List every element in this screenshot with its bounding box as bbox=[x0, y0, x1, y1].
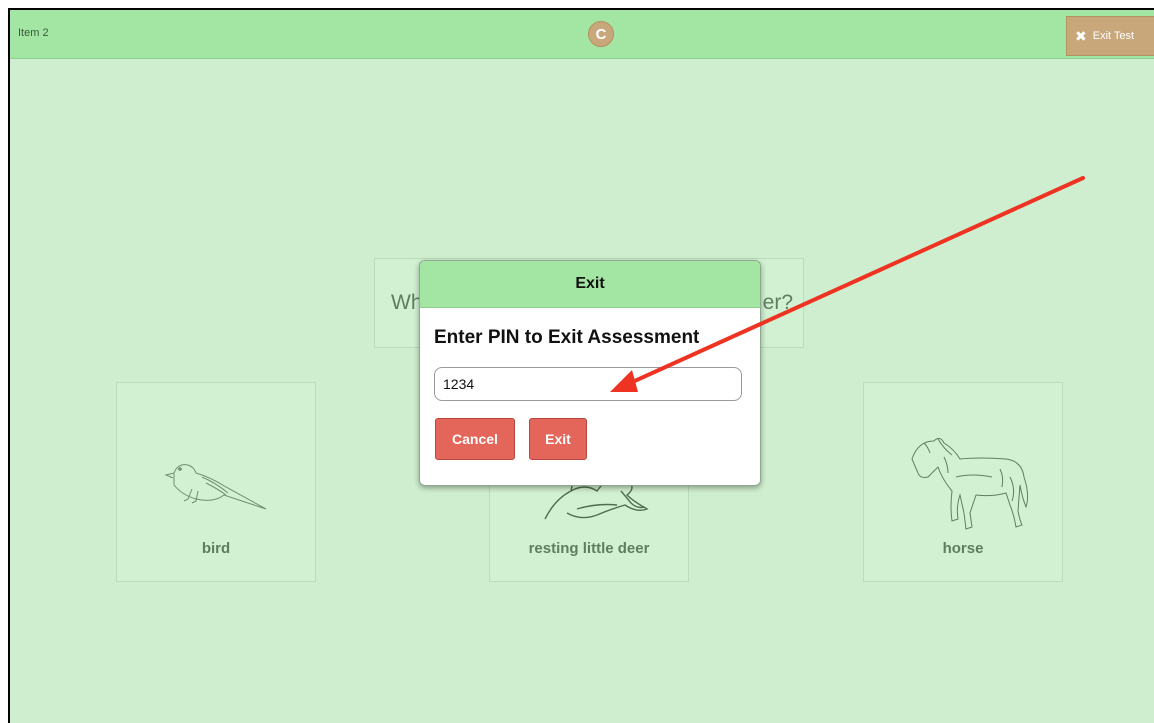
annotation-arrow bbox=[610, 176, 1085, 392]
